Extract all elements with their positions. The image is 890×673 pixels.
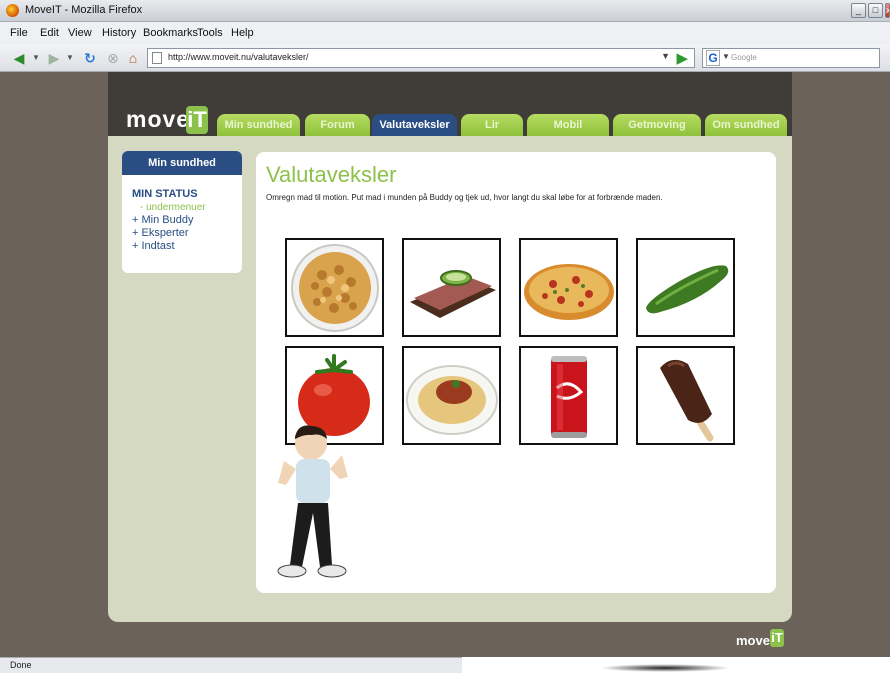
search-placeholder: Google bbox=[731, 53, 757, 62]
rye-bread-cucumber-icon bbox=[410, 270, 496, 318]
maximize-button[interactable]: □ bbox=[868, 3, 883, 18]
sidebar-item-min-buddy[interactable]: + Min Buddy bbox=[132, 214, 193, 226]
logo-text: move bbox=[126, 106, 191, 132]
sidebar-item-eksperter[interactable]: + Eksperter bbox=[132, 227, 189, 239]
forward-dropdown-icon[interactable]: ▼ bbox=[64, 49, 76, 67]
tab-valutaveksler[interactable]: Valutaveksler bbox=[372, 114, 457, 136]
url-dropdown-icon[interactable]: ▼ bbox=[661, 51, 670, 61]
engine-dropdown-icon[interactable]: ▼ bbox=[722, 52, 730, 61]
tab-mobil[interactable]: Mobil bbox=[527, 114, 609, 136]
sidebar-item-min-status[interactable]: MIN STATUS bbox=[132, 188, 198, 200]
menu-bar: File Edit View History Bookmarks Tools H… bbox=[0, 22, 890, 44]
menu-tools[interactable]: Tools bbox=[197, 27, 223, 39]
search-box[interactable]: G ▼ Google bbox=[702, 48, 880, 68]
tab-lir[interactable]: Lir bbox=[461, 114, 523, 136]
tab-min-sundhed[interactable]: Min sundhed bbox=[217, 114, 300, 136]
google-engine-icon[interactable]: G bbox=[706, 50, 720, 66]
sidebar: Min sundhed MIN STATUS - undermenuer + M… bbox=[122, 151, 242, 273]
firefox-icon bbox=[6, 4, 19, 17]
window-titlebar: MoveIT - Mozilla Firefox _ □ x bbox=[0, 0, 890, 22]
menu-help[interactable]: Help bbox=[231, 27, 254, 39]
cereal-bowl-icon bbox=[291, 244, 379, 332]
buddy-character[interactable] bbox=[268, 425, 358, 583]
stop-icon[interactable]: ⊗ bbox=[104, 49, 122, 67]
sidebar-title: Min sundhed bbox=[122, 151, 242, 175]
close-button[interactable]: x bbox=[885, 3, 890, 18]
food-item-cucumber[interactable] bbox=[636, 238, 735, 337]
status-text: Done bbox=[10, 660, 32, 670]
back-arrow-icon[interactable]: ◀ bbox=[8, 49, 30, 67]
food-item-ice-cream[interactable] bbox=[636, 346, 735, 445]
menu-history[interactable]: History bbox=[102, 27, 136, 39]
sidebar-item-undermenuer[interactable]: - undermenuer bbox=[140, 202, 206, 213]
footer-logo-text: move bbox=[736, 633, 770, 648]
menu-edit[interactable]: Edit bbox=[40, 27, 59, 39]
food-item-pizza[interactable] bbox=[519, 238, 618, 337]
status-bar-shadow bbox=[600, 664, 730, 672]
tab-om-sundhed[interactable]: Om sundhed bbox=[705, 114, 787, 136]
url-text: http://www.moveit.nu/valutaveksler/ bbox=[168, 52, 309, 62]
tab-forum[interactable]: Forum bbox=[305, 114, 370, 136]
menu-view[interactable]: View bbox=[68, 27, 92, 39]
food-item-spaghetti[interactable] bbox=[402, 346, 501, 445]
forward-arrow-icon[interactable]: ▶ bbox=[44, 49, 64, 67]
go-arrow-icon[interactable]: ▶ bbox=[676, 49, 688, 67]
home-icon[interactable]: ⌂ bbox=[124, 49, 142, 67]
minimize-button[interactable]: _ bbox=[851, 3, 866, 18]
page-icon bbox=[152, 52, 162, 64]
cola-can-icon bbox=[551, 356, 587, 438]
food-item-rye-bread[interactable] bbox=[402, 238, 501, 337]
food-item-cola[interactable] bbox=[519, 346, 618, 445]
address-bar[interactable]: http://www.moveit.nu/valutaveksler/ ▼ ▶ bbox=[147, 48, 695, 68]
menu-bookmarks[interactable]: Bookmarks bbox=[143, 27, 198, 39]
footer-logo-it: iT bbox=[770, 629, 784, 647]
page-title: Valutaveksler bbox=[266, 162, 397, 187]
menu-file[interactable]: File bbox=[10, 27, 28, 39]
window-title: MoveIT - Mozilla Firefox bbox=[25, 4, 143, 16]
intro-text: Omregn mad til motion. Put mad i munden … bbox=[266, 193, 663, 202]
back-dropdown-icon[interactable]: ▼ bbox=[30, 49, 42, 67]
tab-getmoving[interactable]: Getmoving bbox=[613, 114, 701, 136]
food-item-cereal[interactable] bbox=[285, 238, 384, 337]
logo-it: iT bbox=[186, 106, 208, 134]
reload-icon[interactable]: ↻ bbox=[80, 49, 100, 67]
pizza-icon bbox=[524, 264, 614, 320]
cucumber-icon bbox=[646, 265, 729, 314]
ice-cream-bar-icon bbox=[660, 359, 714, 442]
spaghetti-icon bbox=[406, 365, 498, 435]
sidebar-item-indtast[interactable]: + Indtast bbox=[132, 240, 175, 252]
navigation-toolbar: ◀ ▼ ▶ ▼ ↻ ⊗ ⌂ http://www.moveit.nu/valut… bbox=[0, 44, 890, 72]
